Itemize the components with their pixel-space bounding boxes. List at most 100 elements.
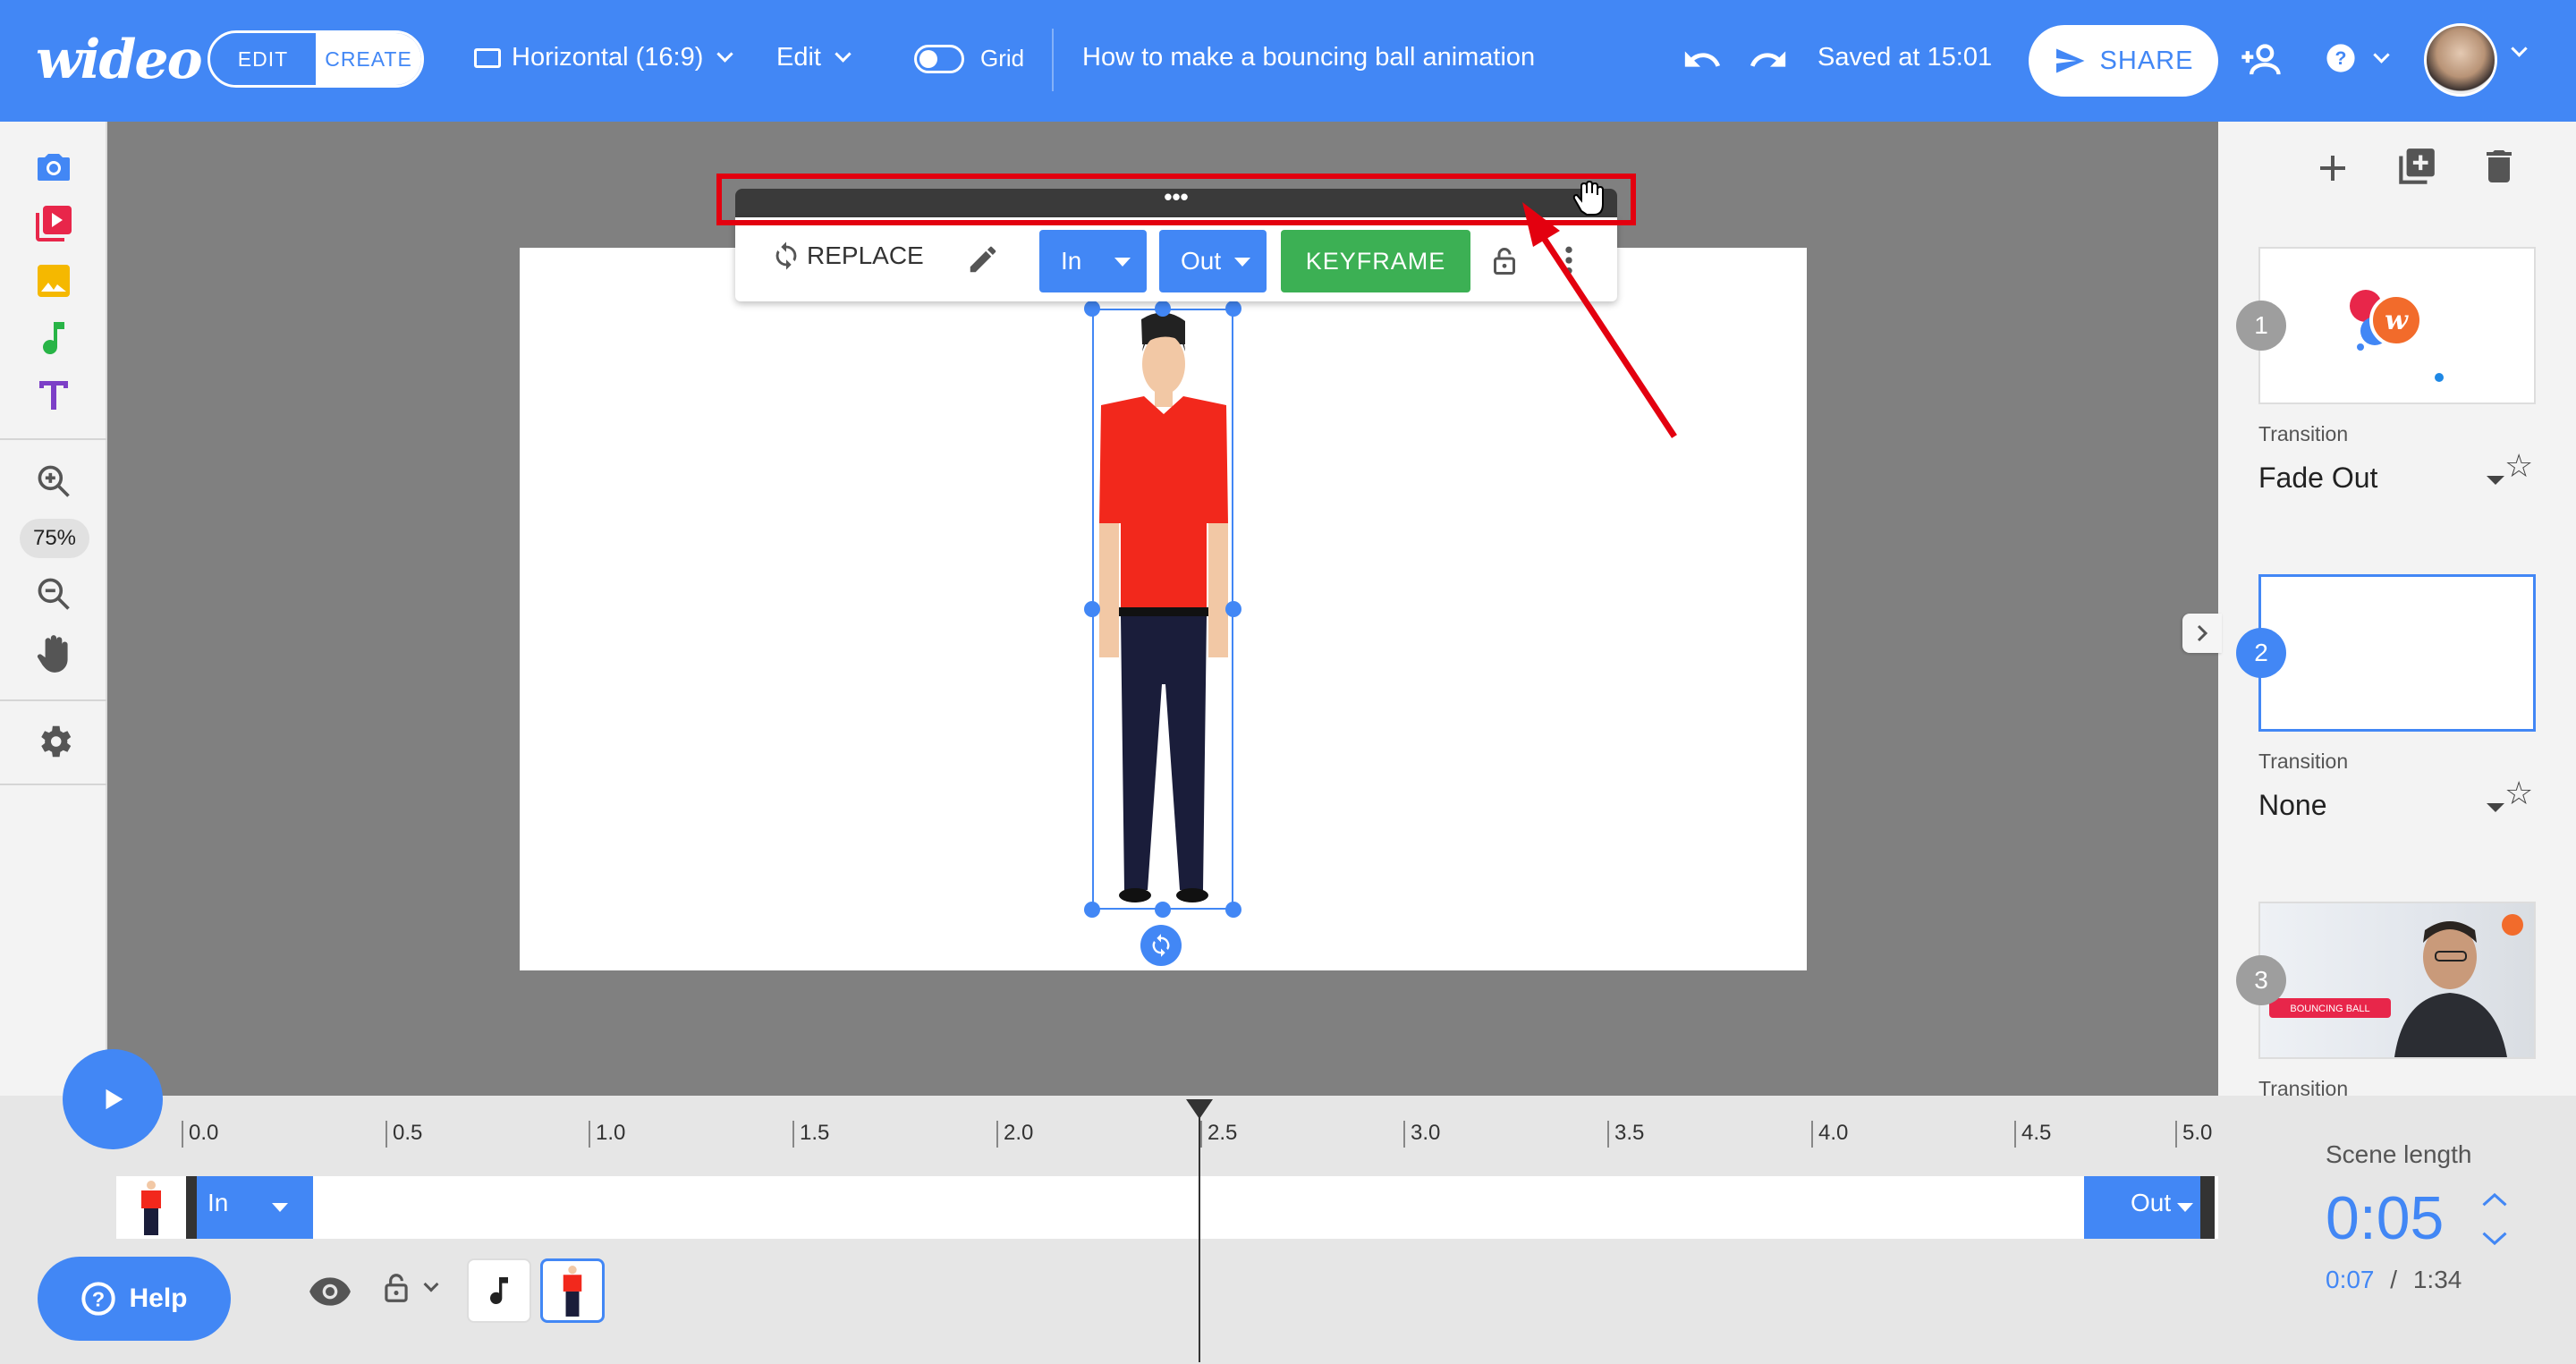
scenes-panel: w 1 Transition Fade Out ☆ 2 Transition N… [2218, 122, 2576, 1100]
selection-bounding-box[interactable] [1092, 309, 1233, 910]
out-animation-dropdown[interactable]: Out [1159, 230, 1267, 292]
camera-icon[interactable] [32, 145, 75, 192]
track-end-handle[interactable] [2200, 1176, 2215, 1239]
replace-button[interactable]: REPLACE [771, 241, 924, 271]
refresh-icon [775, 241, 797, 270]
timeline-tick: 0.5 [386, 1121, 422, 1148]
track-element-thumb[interactable] [116, 1176, 197, 1239]
transition-dropdown[interactable]: Fade Out [2258, 462, 2377, 495]
music-note-icon [490, 1277, 508, 1305]
music-note-icon[interactable] [32, 317, 75, 364]
project-title[interactable]: How to make a bouncing ball animation [1082, 43, 1535, 72]
chevron-down-icon [2373, 46, 2390, 64]
caret-down-icon[interactable] [2487, 476, 2504, 485]
character-thumb-icon [563, 1266, 582, 1317]
duplicate-scene-icon[interactable] [2394, 145, 2438, 194]
resize-handle-top-left[interactable] [1084, 301, 1100, 317]
hand-pan-icon[interactable] [32, 631, 77, 681]
audio-layer-button[interactable] [467, 1258, 531, 1323]
out-clip-marker[interactable]: Out [2084, 1176, 2200, 1239]
time-separator: / [2390, 1266, 2398, 1293]
format-label: Horizontal (16:9) [512, 43, 704, 72]
resize-handle-bottom[interactable] [1155, 902, 1171, 918]
lock-icon [385, 1274, 408, 1302]
grid-toggle[interactable] [914, 45, 964, 73]
caret-down-icon[interactable] [2487, 803, 2504, 812]
svg-text:?: ? [92, 1287, 105, 1310]
zoom-in-icon[interactable] [34, 462, 73, 505]
playback-time: 0:07 / 1:34 [2326, 1266, 2462, 1294]
help-menu-dropdown[interactable]: ? [2326, 43, 2390, 73]
star-icon[interactable]: ☆ [2504, 447, 2533, 485]
resize-handle-bottom-left[interactable] [1084, 902, 1100, 918]
scene-number-badge: 1 [2236, 301, 2286, 351]
increase-length-icon[interactable] [2481, 1190, 2508, 1213]
timeline-tick: 4.5 [2014, 1121, 2051, 1148]
scene-thumbnail-2[interactable] [2258, 574, 2536, 732]
zoom-level: 75% [20, 519, 89, 558]
format-dropdown[interactable]: Horizontal (16:9) [474, 43, 734, 72]
character-layer-button[interactable] [540, 1258, 605, 1323]
play-button[interactable] [63, 1049, 163, 1149]
mode-edit-button[interactable]: EDIT [210, 33, 316, 85]
scene-thumbnail-1[interactable]: w [2258, 247, 2536, 404]
saved-status: Saved at 15:01 [1818, 43, 1993, 72]
grab-cursor-icon [1572, 180, 1604, 216]
delete-scene-icon[interactable] [2478, 145, 2521, 192]
lock-layer-dropdown[interactable] [379, 1269, 439, 1307]
presenter-video-frame: BOUNCING BALL [2269, 914, 2523, 1057]
toolbar-divider [0, 438, 107, 440]
resize-handle-right[interactable] [1225, 601, 1241, 617]
add-scene-icon[interactable] [2311, 147, 2354, 194]
playhead-marker[interactable] [1186, 1099, 1213, 1119]
transition-dropdown[interactable]: None [2258, 789, 2327, 822]
help-label: Help [129, 1284, 188, 1313]
rectangle-icon [474, 47, 501, 68]
help-button[interactable]: ? Help [38, 1257, 231, 1341]
element-track[interactable] [116, 1176, 2218, 1239]
toolbar-divider [0, 699, 107, 701]
timeline-tick: 0.0 [182, 1121, 218, 1148]
resize-handle-top[interactable] [1155, 301, 1171, 317]
top-bar: wideo EDIT CREATE Horizontal (16:9) Edit… [0, 0, 2576, 122]
settings-gear-icon[interactable] [34, 721, 75, 767]
caret-down-icon [272, 1203, 288, 1212]
decrease-length-icon[interactable] [2481, 1230, 2508, 1252]
transition-label: Transition [2258, 422, 2349, 445]
edit-pencil-icon[interactable] [966, 242, 1000, 281]
svg-text:?: ? [2335, 47, 2347, 69]
mode-create-button[interactable]: CREATE [316, 33, 421, 85]
in-clip-marker[interactable]: In [197, 1176, 313, 1239]
playhead[interactable] [1199, 1103, 1200, 1362]
text-icon[interactable] [32, 374, 75, 421]
thumb-caption: BOUNCING BALL [2290, 1004, 2369, 1014]
scene-length-value[interactable]: 0:05 [2326, 1183, 2444, 1253]
rotate-handle[interactable] [1140, 925, 1182, 966]
share-label: SHARE [2099, 46, 2194, 75]
scene-thumbnail-3[interactable]: BOUNCING BALL [2258, 902, 2536, 1059]
zoom-out-icon[interactable] [34, 574, 73, 618]
caret-down-icon [1234, 258, 1250, 267]
share-button[interactable]: SHARE [2029, 25, 2218, 97]
mode-toggle[interactable]: EDIT CREATE [208, 30, 424, 88]
resize-handle-left[interactable] [1084, 601, 1100, 617]
video-library-icon[interactable] [32, 202, 75, 250]
undo-icon[interactable] [1682, 39, 1723, 85]
chevron-down-icon [2511, 40, 2528, 57]
image-icon[interactable] [32, 259, 75, 307]
visibility-eye-icon[interactable] [308, 1275, 352, 1311]
edit-menu-dropdown[interactable]: Edit [776, 43, 852, 72]
resize-handle-top-right[interactable] [1225, 301, 1241, 317]
chevron-right-icon [2197, 624, 2208, 642]
redo-icon[interactable] [1748, 39, 1789, 85]
add-collaborator-icon[interactable] [2238, 38, 2284, 89]
user-avatar[interactable] [2424, 23, 2497, 97]
keyframe-button[interactable]: KEYFRAME [1281, 230, 1470, 292]
resize-handle-bottom-right[interactable] [1225, 902, 1241, 918]
account-menu-chevron[interactable] [2508, 40, 2528, 59]
wideo-logo[interactable]: wideo [36, 29, 203, 91]
annotation-highlight-box [716, 174, 1636, 225]
in-animation-dropdown[interactable]: In [1039, 230, 1147, 292]
collapse-panel-button[interactable] [2182, 614, 2222, 653]
star-icon[interactable]: ☆ [2504, 775, 2533, 812]
